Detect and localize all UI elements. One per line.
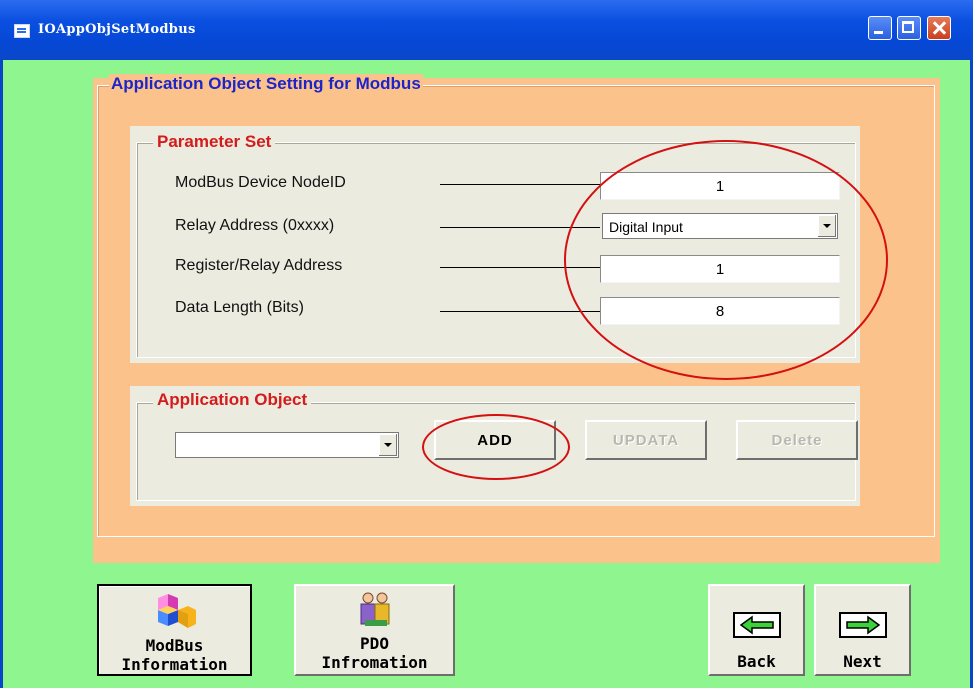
arrow-right-icon xyxy=(845,615,880,635)
back-label: Back xyxy=(737,652,776,671)
title-bar[interactable]: IOAppObjSetModbus xyxy=(0,0,973,60)
application-object-title: Application Object xyxy=(153,390,312,410)
node-id-label: ModBus Device NodeID xyxy=(175,174,346,191)
window-title: IOAppObjSetModbus xyxy=(38,22,196,37)
data-length-label: Data Length (Bits) xyxy=(175,299,304,316)
modbus-caption-line1: ModBus xyxy=(145,636,204,655)
relay-address-label: Relay Address (0xxxx) xyxy=(175,217,335,234)
register-address-label: Register/Relay Address xyxy=(175,257,343,274)
next-button[interactable]: Next xyxy=(814,584,911,676)
window-app-icon[interactable] xyxy=(14,24,30,38)
arrow-left-box xyxy=(732,612,781,638)
cubes-icon xyxy=(158,594,196,628)
back-button[interactable]: Back xyxy=(708,584,805,676)
update-button[interactable]: UPDATA xyxy=(585,420,707,460)
application-object-select[interactable] xyxy=(175,432,399,458)
close-icon[interactable] xyxy=(927,16,951,40)
app-window: IOAppObjSetModbus Application Object Set… xyxy=(0,0,973,688)
people-icon xyxy=(360,592,390,626)
minimize-icon[interactable] xyxy=(868,16,892,40)
modbus-caption-line2: Information xyxy=(121,655,228,674)
settings-panel-title: Application Object Setting for Modbus xyxy=(109,74,423,94)
chevron-down-icon[interactable] xyxy=(379,434,397,456)
pdo-caption-line1: PDO xyxy=(360,634,389,653)
parameter-set-title: Parameter Set xyxy=(153,132,276,152)
pdo-information-button[interactable]: PDO Infromation xyxy=(294,584,455,676)
highlight-ellipse-parameters xyxy=(564,140,888,380)
pdo-caption-line2: Infromation xyxy=(321,653,428,672)
maximize-icon[interactable] xyxy=(897,16,921,40)
arrow-left-icon xyxy=(739,615,774,635)
modbus-information-button[interactable]: ModBus Information xyxy=(97,584,252,676)
next-label: Next xyxy=(843,652,882,671)
highlight-ellipse-add xyxy=(422,414,570,480)
arrow-right-box xyxy=(838,612,887,638)
delete-button[interactable]: Delete xyxy=(736,420,858,460)
window-border-left xyxy=(0,60,3,688)
node-id-leader-line xyxy=(440,184,600,185)
data-length-leader-line xyxy=(440,311,600,312)
